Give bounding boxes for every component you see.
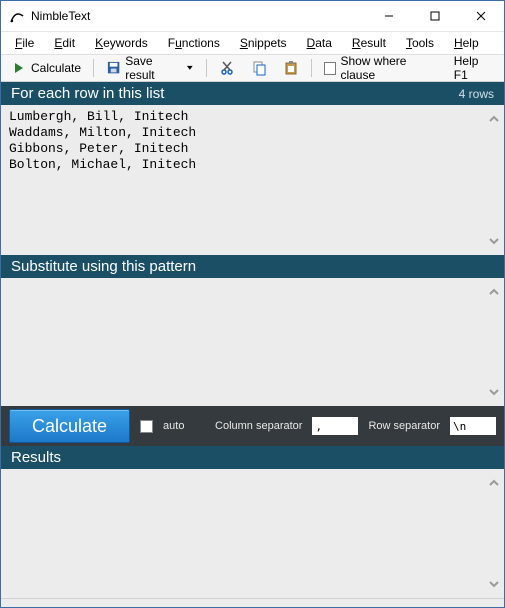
input-textarea[interactable]: Lumbergh, Bill, Initech Waddams, Milton,… [1, 105, 504, 177]
show-where-clause-label: Show where clause [340, 54, 439, 82]
menu-edit[interactable]: Edit [46, 34, 83, 52]
paste-icon [283, 60, 299, 76]
app-icon [9, 8, 25, 24]
menu-data[interactable]: Data [299, 34, 340, 52]
pattern-pane [1, 278, 504, 406]
paste-button[interactable] [277, 58, 305, 78]
menu-result[interactable]: Result [344, 34, 394, 52]
rowsep-input[interactable] [450, 417, 496, 435]
auto-label: auto [163, 420, 184, 432]
menu-keywords[interactable]: Keywords [87, 34, 156, 52]
scroll-up-icon[interactable] [486, 284, 502, 300]
row-count: 4 rows [459, 87, 494, 101]
separator [93, 59, 94, 77]
close-button[interactable] [458, 1, 504, 31]
separator [311, 59, 312, 77]
menu-bar: File Edit Keywords Functions Snippets Da… [1, 32, 504, 54]
results-section-header: Results [1, 446, 504, 469]
colsep-input[interactable] [312, 417, 358, 435]
play-icon [11, 60, 27, 76]
copy-icon [251, 60, 267, 76]
pattern-section-header: Substitute using this pattern [1, 255, 504, 278]
scroll-down-icon[interactable] [486, 576, 502, 592]
results-section-title: Results [11, 449, 61, 466]
cut-button[interactable] [213, 58, 241, 78]
calculate-main-label: Calculate [32, 416, 107, 437]
save-result-button[interactable]: Save result [100, 52, 200, 84]
scroll-up-icon[interactable] [486, 475, 502, 491]
menu-snippets[interactable]: Snippets [232, 34, 295, 52]
scroll-down-icon[interactable] [486, 384, 502, 400]
status-bar [1, 598, 504, 607]
calculate-button[interactable]: Calculate [5, 58, 87, 78]
window-title: NimbleText [31, 9, 90, 23]
rowsep-label: Row separator [368, 420, 440, 432]
input-section-title: For each row in this list [11, 85, 164, 102]
help-hint: Help F1 [454, 54, 500, 82]
minimize-button[interactable] [366, 1, 412, 31]
calculate-bar: Calculate auto Column separator Row sepa… [1, 406, 504, 446]
separator [206, 59, 207, 77]
pattern-textarea[interactable] [1, 278, 504, 286]
app-window: NimbleText File Edit Keywords Functions … [0, 0, 505, 608]
checkbox-icon [324, 62, 337, 75]
menu-tools[interactable]: Tools [398, 34, 442, 52]
cut-icon [219, 60, 235, 76]
show-where-clause-toggle[interactable]: Show where clause [318, 52, 446, 84]
calculate-label: Calculate [31, 61, 81, 75]
menu-functions[interactable]: Functions [160, 34, 228, 52]
copy-button[interactable] [245, 58, 273, 78]
dropdown-icon[interactable] [186, 60, 194, 76]
calculate-main-button[interactable]: Calculate [9, 409, 130, 443]
menu-help[interactable]: Help [446, 34, 487, 52]
save-result-label: Save result [125, 54, 182, 82]
menu-file[interactable]: File [7, 34, 42, 52]
results-textarea[interactable] [1, 469, 504, 477]
results-pane [1, 469, 504, 598]
scroll-down-icon[interactable] [486, 233, 502, 249]
colsep-label: Column separator [215, 420, 302, 432]
tool-bar: Calculate Save result Show where clause … [1, 54, 504, 82]
maximize-button[interactable] [412, 1, 458, 31]
pattern-section-title: Substitute using this pattern [11, 258, 196, 275]
save-icon [106, 60, 121, 76]
input-section-header: For each row in this list 4 rows [1, 82, 504, 105]
auto-checkbox[interactable] [140, 420, 153, 433]
input-pane: Lumbergh, Bill, Initech Waddams, Milton,… [1, 105, 504, 255]
title-bar: NimbleText [1, 1, 504, 32]
scroll-up-icon[interactable] [486, 111, 502, 127]
